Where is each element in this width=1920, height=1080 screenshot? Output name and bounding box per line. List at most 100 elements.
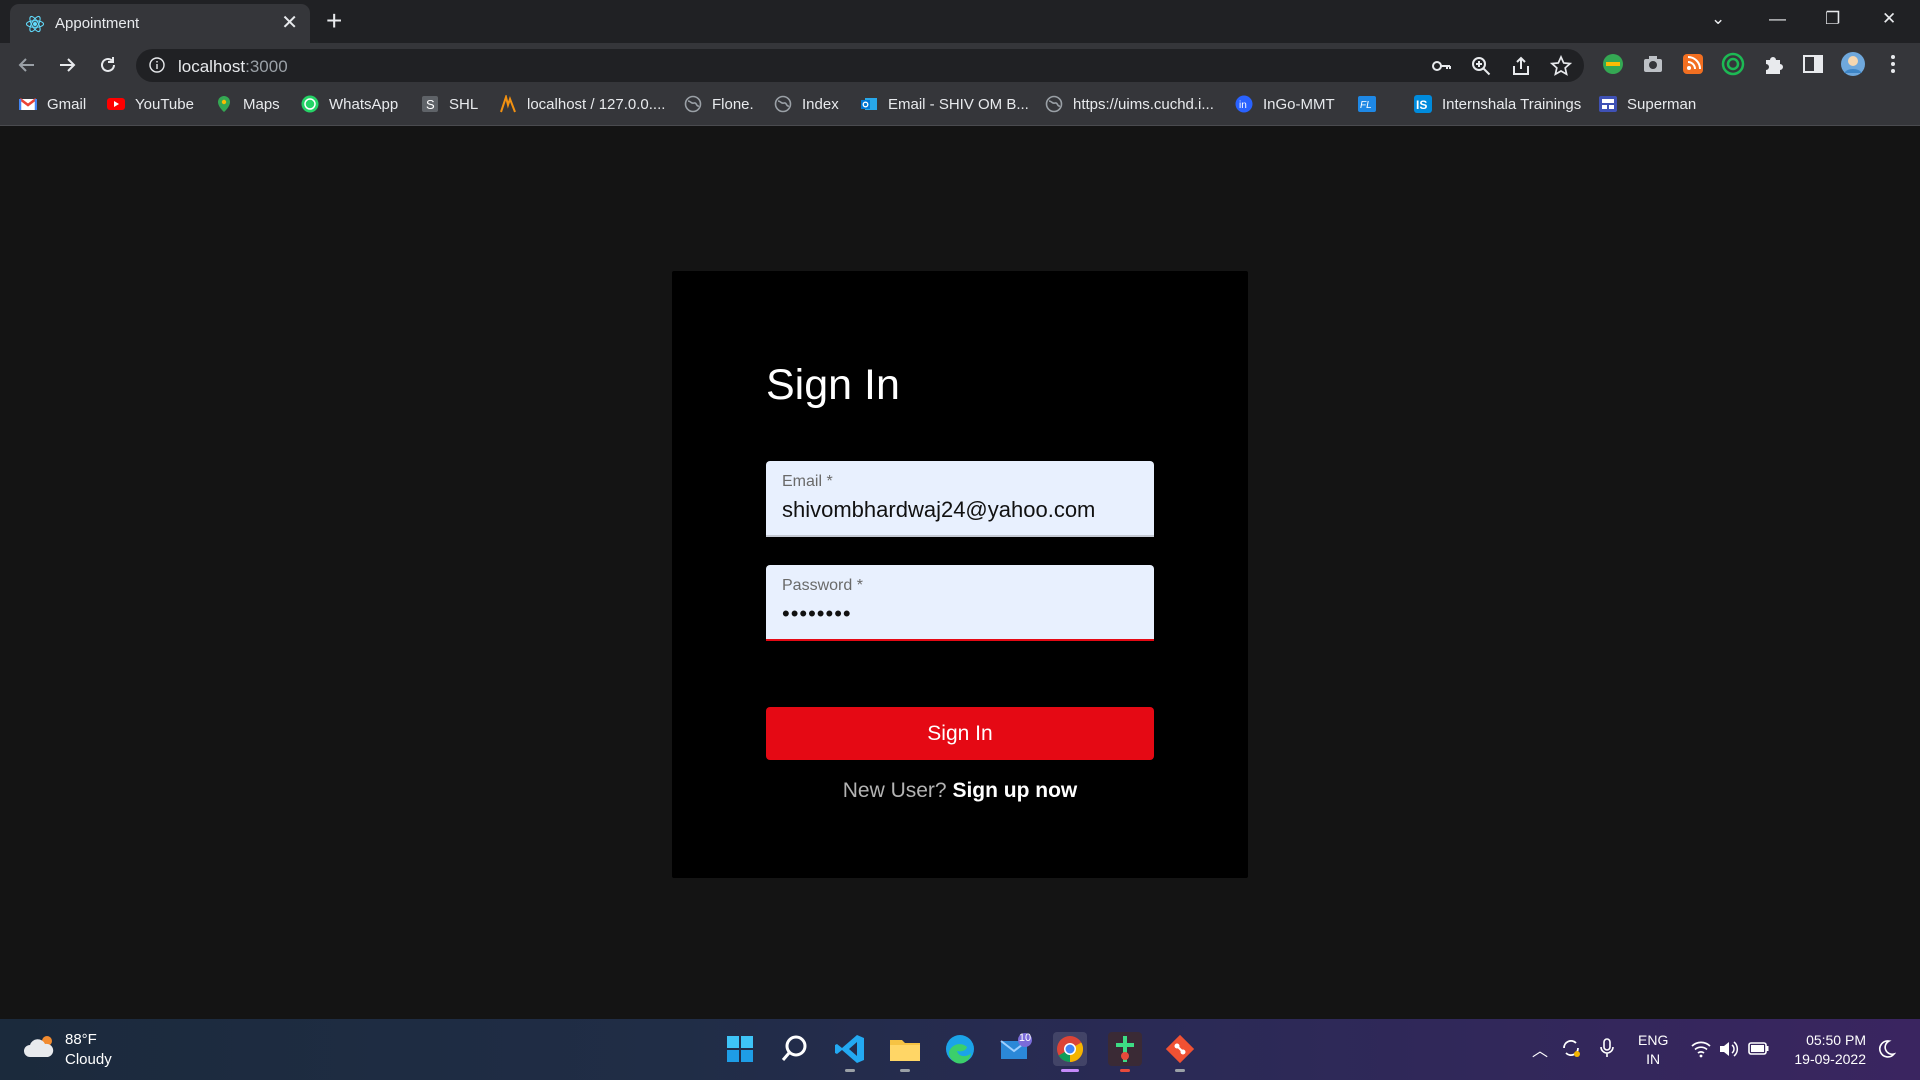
password-label: Password *	[782, 577, 863, 594]
start-icon[interactable]	[723, 1032, 757, 1066]
reload-icon[interactable]	[94, 51, 122, 79]
weather-desc: Cloudy	[65, 1051, 112, 1068]
internshala-icon: IS	[1414, 95, 1432, 113]
wifi-icon[interactable]	[1690, 1039, 1712, 1059]
email-field[interactable]: Email *	[766, 461, 1154, 537]
key-icon[interactable]	[1430, 55, 1452, 77]
kebab-menu-icon[interactable]	[1880, 51, 1906, 77]
bookmark-fl[interactable]: FL	[1358, 95, 1386, 113]
ingo-icon: in	[1235, 95, 1253, 113]
bookmark-whatsapp[interactable]: WhatsApp	[301, 95, 398, 113]
clock[interactable]: 05:50 PM 19-09-2022	[1790, 1031, 1866, 1069]
bookmark-email[interactable]: Email - SHIV OM B...	[860, 95, 1029, 113]
git-tool-icon[interactable]	[1108, 1032, 1142, 1072]
globe-icon	[774, 95, 792, 113]
back-icon[interactable]	[13, 51, 41, 79]
svg-text:IS: IS	[1416, 98, 1427, 112]
bookmark-uims[interactable]: https://uims.cuchd.i...	[1045, 95, 1214, 113]
chevron-up-icon[interactable]: ︿	[1532, 1037, 1548, 1061]
running-indicator	[1175, 1069, 1185, 1072]
focus-moon-icon[interactable]	[1876, 1038, 1896, 1060]
running-indicator	[845, 1069, 855, 1072]
active-indicator	[1061, 1069, 1079, 1072]
lang-code: ENG	[1638, 1032, 1669, 1048]
target-icon[interactable]	[1720, 51, 1746, 77]
file-explorer-icon[interactable]	[888, 1032, 922, 1072]
tab-appointment[interactable]: Appointment ✕	[10, 4, 310, 43]
bookmark-flone[interactable]: Flone.	[684, 95, 754, 113]
bookmark-index[interactable]: Index	[774, 95, 839, 113]
password-input[interactable]: ••••••••	[782, 601, 1142, 627]
camera-icon[interactable]	[1640, 51, 1666, 77]
close-tab-icon[interactable]: ✕	[281, 12, 298, 34]
mail-badge: 10	[1018, 1032, 1032, 1044]
signup-link[interactable]: Sign up now	[952, 779, 1077, 802]
language-indicator[interactable]: ENG IN	[1638, 1031, 1668, 1069]
profile-avatar-icon[interactable]	[1840, 51, 1866, 77]
mail-icon[interactable]: 10	[998, 1032, 1032, 1066]
restore-icon[interactable]: ❐	[1825, 4, 1840, 34]
bookmark-shl[interactable]: S SHL	[421, 95, 478, 113]
side-panel-icon[interactable]	[1800, 51, 1826, 77]
clock-time: 05:50 PM	[1806, 1032, 1866, 1048]
svg-text:FL: FL	[1360, 100, 1372, 111]
edge-icon[interactable]	[943, 1032, 977, 1066]
signup-prompt: New User? Sign up now	[766, 779, 1154, 803]
globe-icon	[684, 95, 702, 113]
tab-search-icon[interactable]: ⌄	[1711, 4, 1725, 34]
sync-icon[interactable]	[1560, 1037, 1582, 1059]
windows-taskbar: 88°F Cloudy 10 ︿ ENG IN 05:50 PM 19-09-2…	[0, 1019, 1920, 1080]
svg-text:S: S	[426, 97, 435, 112]
forward-icon[interactable]	[53, 51, 81, 79]
running-indicator	[1120, 1069, 1130, 1072]
git-icon[interactable]	[1163, 1032, 1197, 1072]
clock-date: 19-09-2022	[1794, 1051, 1866, 1067]
shl-icon: S	[422, 96, 438, 112]
page-background: Sign In Email * Password * •••••••• Sign…	[0, 126, 1920, 1019]
bookmark-ingo[interactable]: in InGo-MMT	[1235, 95, 1335, 113]
bookmark-maps[interactable]: Maps	[215, 95, 280, 113]
email-label: Email *	[782, 473, 833, 490]
bookmark-youtube[interactable]: YouTube	[107, 95, 194, 113]
fl-icon: FL	[1358, 96, 1376, 112]
tab-strip: Appointment ✕ + ⌄ — ❐ ✕	[0, 0, 1920, 43]
signin-card: Sign In Email * Password * •••••••• Sign…	[672, 271, 1248, 878]
share-icon[interactable]	[1510, 55, 1532, 77]
url-text: localhost:3000	[178, 57, 288, 76]
vscode-icon[interactable]	[833, 1032, 867, 1072]
chrome-icon[interactable]	[1053, 1032, 1087, 1072]
extension-icon[interactable]	[1600, 51, 1626, 77]
youtube-icon	[107, 98, 125, 110]
zoom-icon[interactable]	[1470, 55, 1492, 77]
react-icon	[25, 15, 45, 33]
password-field[interactable]: Password * ••••••••	[766, 565, 1154, 641]
region-code: IN	[1646, 1051, 1661, 1067]
site-info-icon[interactable]	[149, 57, 165, 73]
bookmark-gmail[interactable]: Gmail	[19, 95, 86, 113]
whatsapp-icon	[301, 95, 319, 113]
rss-icon[interactable]	[1680, 51, 1706, 77]
bookmark-internshala[interactable]: IS Internshala Trainings	[1414, 95, 1581, 113]
weather-temp: 88°F	[65, 1031, 97, 1048]
cloud-icon[interactable]	[22, 1033, 58, 1061]
search-icon[interactable]	[778, 1032, 812, 1066]
new-user-text: New User?	[842, 779, 947, 802]
address-bar[interactable]: localhost:3000	[136, 49, 1584, 82]
new-tab-icon[interactable]: +	[326, 6, 342, 36]
signin-button[interactable]: Sign In	[766, 707, 1154, 760]
bookmark-superman[interactable]: Superman	[1599, 95, 1696, 113]
puzzle-icon[interactable]	[1760, 51, 1786, 77]
bookmark-localhost[interactable]: localhost / 127.0.0....	[499, 95, 665, 113]
tab-title: Appointment	[55, 15, 140, 32]
close-window-icon[interactable]: ✕	[1882, 4, 1896, 34]
bookmark-star-icon[interactable]	[1550, 55, 1572, 77]
minimize-icon[interactable]: —	[1769, 4, 1786, 34]
volume-icon[interactable]	[1718, 1039, 1740, 1059]
bookmarks-bar: Gmail YouTube Maps WhatsApp S SHL localh…	[0, 87, 1920, 126]
microphone-icon[interactable]	[1598, 1037, 1616, 1059]
email-input[interactable]	[782, 497, 1142, 523]
globe-icon	[1045, 95, 1063, 113]
battery-icon[interactable]	[1748, 1040, 1770, 1058]
gmail-icon	[19, 98, 37, 110]
browser-toolbar: localhost:3000	[0, 43, 1920, 87]
